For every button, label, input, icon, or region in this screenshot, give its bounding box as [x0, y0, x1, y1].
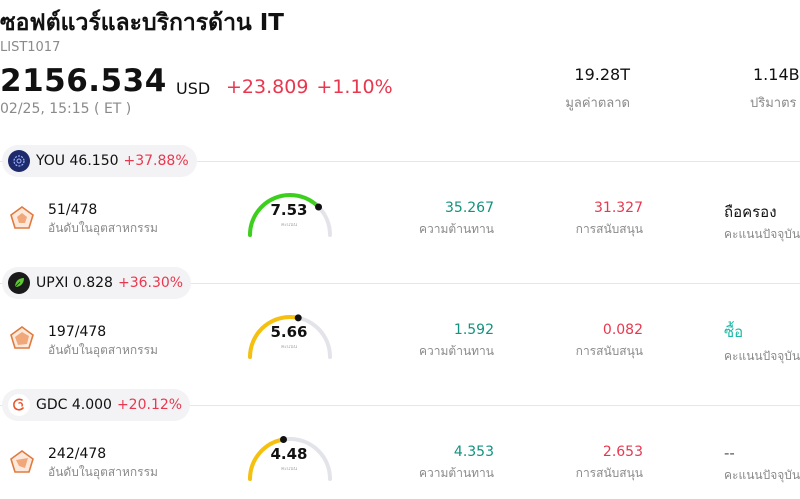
rating-label: คะแนนปัจจุบัน [724, 227, 800, 241]
stock-chip-gdc[interactable]: GDC 4.000 +20.12% [2, 389, 191, 421]
support-value: 0.082 [602, 322, 643, 338]
industry-rank: 197/478 [48, 324, 107, 340]
rating-label: คะแนนปัจจุบัน [724, 468, 800, 482]
gd-culture-logo-icon [8, 394, 30, 416]
score-caption: คะแนน [280, 222, 298, 228]
industry-rank-label: อันดับในอุตสาหกรรม [48, 221, 158, 235]
support-label: การสนับสนุน [575, 222, 643, 236]
industry-rank-label: อันดับในอุตสาหกรรม [48, 343, 158, 357]
change-percent: +1.10% [316, 76, 393, 98]
industry-rank-icon [10, 326, 34, 349]
price-change: +23.809 +1.10% [226, 76, 401, 98]
upexi-leaf-logo-icon [8, 272, 30, 294]
rating-label: คะแนนปัจจุบัน [724, 349, 800, 363]
stock-ticker: YOU [36, 153, 66, 169]
list-code: LIST1017 [0, 40, 61, 55]
industry-rank-label: อันดับในอุตสาหกรรม [48, 465, 158, 479]
stock-chip-upxi[interactable]: UPXI 0.828 +36.30% [2, 267, 192, 299]
stock-percent: +20.12% [116, 397, 183, 413]
stock-price: 46.150 [69, 153, 119, 169]
support-value: 31.327 [594, 200, 643, 216]
score-gauge: 4.48 คะแนน [244, 429, 336, 485]
market-cap-value: 19.28T [574, 65, 630, 84]
resistance-value: 1.592 [453, 322, 494, 338]
score-value: 4.48 [270, 445, 308, 463]
timestamp: 02/25, 15:15 ( ET ) [0, 101, 132, 117]
industry-rank: 51/478 [48, 202, 98, 218]
change-value: +23.809 [226, 76, 309, 98]
rating-value: ถือครอง [724, 203, 777, 221]
support-value: 2.653 [602, 444, 643, 460]
industry-rank-icon [10, 450, 34, 473]
rating-value: -- [724, 444, 735, 462]
resistance-label: ความต้านทาน [419, 466, 494, 480]
score-caption: คะแนน [280, 344, 298, 350]
score-gauge: 5.66 คะแนน [244, 307, 336, 363]
stock-ticker: GDC [36, 397, 68, 413]
resistance-value: 35.267 [445, 200, 494, 216]
resistance-label: ความต้านทาน [419, 222, 494, 236]
score-value: 7.53 [270, 201, 308, 219]
resistance-value: 4.353 [453, 444, 494, 460]
market-cap-label: มูลค่าตลาด [565, 96, 630, 111]
volume-label: ปริมาตร [750, 96, 797, 111]
currency-label: USD [176, 79, 211, 98]
stock-percent: +37.88% [123, 153, 189, 169]
support-label: การสนับสนุน [575, 344, 643, 358]
volume-value: 1.14B [753, 65, 800, 84]
stock-percent: +36.30% [117, 275, 184, 291]
industry-rank: 242/478 [48, 446, 107, 462]
rating-value: ซื้อ [724, 323, 744, 341]
stock-ticker: UPXI [36, 275, 69, 291]
support-label: การสนับสนุน [575, 466, 643, 480]
stock-chip-you[interactable]: YOU 46.150 +37.88% [2, 145, 197, 177]
stock-price: 4.000 [71, 397, 112, 413]
index-price: 2156.534 [0, 63, 167, 99]
page-title: ซอฟต์แวร์และบริการด้าน IT [0, 10, 284, 36]
industry-rank-icon [10, 206, 34, 229]
score-value: 5.66 [270, 323, 308, 341]
clear-secure-logo-icon [8, 150, 30, 172]
stock-price: 0.828 [72, 275, 113, 291]
resistance-label: ความต้านทาน [419, 344, 494, 358]
score-gauge: 7.53 คะแนน [244, 185, 336, 241]
score-caption: คะแนน [280, 466, 298, 472]
